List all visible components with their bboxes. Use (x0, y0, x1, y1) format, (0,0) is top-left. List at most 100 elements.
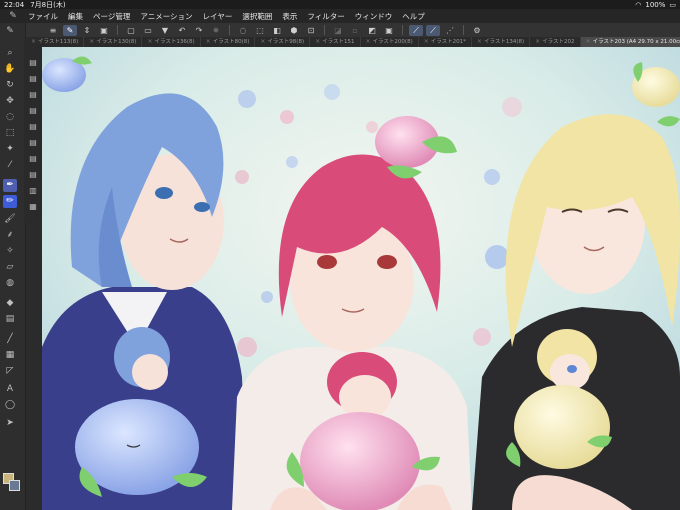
battery-icon: ▭ (669, 0, 676, 9)
save-icon[interactable]: ▼ (158, 25, 172, 36)
battery-label: 100% (645, 0, 666, 9)
open-folder-icon[interactable]: ▭ (141, 25, 155, 36)
document-tab[interactable]: × イラスト113(8) (26, 37, 85, 47)
document-tab[interactable]: × イラスト136(8) (142, 37, 201, 47)
eyedropper-icon[interactable]: ⁄ (3, 159, 17, 172)
hand-icon[interactable]: ✋ (3, 63, 17, 76)
layer-thumb-icon[interactable]: ▥ (26, 185, 40, 197)
zoom-icon[interactable]: ⌕ (3, 47, 17, 60)
menu-layer[interactable]: レイヤー (198, 11, 238, 22)
brush-settings-icon[interactable]: ✎ (63, 24, 77, 36)
redo-icon[interactable]: ↷ (192, 25, 206, 36)
rotate-icon[interactable]: ↻ (3, 79, 17, 92)
color-swatch[interactable] (3, 473, 21, 493)
hamburger-icon[interactable]: ≡ (46, 25, 60, 36)
fill-icon[interactable]: ◆ (3, 297, 17, 310)
brush-size-icon[interactable]: ✎ (3, 25, 17, 38)
menu-animation[interactable]: アニメーション (135, 11, 197, 22)
lasso-fill-icon[interactable]: ◌ (236, 25, 250, 36)
status-bar: 22:04 7月8日(木) ◠ 100% ▭ (0, 0, 680, 9)
tool-c-icon[interactable]: ◩ (365, 25, 379, 36)
close-icon[interactable]: × (260, 37, 265, 47)
select-icon[interactable]: ⬚ (3, 127, 17, 140)
chevron-updown-icon[interactable]: ⇕ (80, 25, 94, 36)
operation-icon[interactable]: ➤ (3, 417, 17, 430)
layer-thumb-icon[interactable]: ▦ (26, 201, 40, 213)
layer-thumb-icon[interactable]: ▤ (26, 121, 40, 133)
snap-special-icon[interactable]: ⟋ (426, 24, 440, 36)
snap-grid-icon[interactable]: ⋰ (443, 25, 457, 36)
document-tab[interactable]: × イラスト134(8) (472, 37, 531, 47)
eraser-icon[interactable]: ▱ (3, 261, 17, 274)
text-icon[interactable]: A (3, 383, 17, 396)
layer-thumb-icon[interactable]: ▤ (26, 105, 40, 117)
document-tab-active[interactable]: ×イラスト203 (A4 29.70 x 21.00cm 350dpi 77.6… (580, 37, 680, 47)
menu-file[interactable]: ファイル (23, 11, 63, 22)
settings-icon[interactable]: ⚙ (470, 25, 484, 36)
sub-tool-palette: ⊗ ▤ ▤ ▤ ▤ ▤ ▤ ▤ ▤ ▥ ▦ (24, 37, 42, 222)
status-time: 22:04 (4, 0, 25, 9)
transform-icon[interactable]: ⊡ (304, 25, 318, 36)
document-tab[interactable]: × イラスト201* (419, 37, 472, 47)
sub-color[interactable] (9, 480, 20, 491)
new-file-icon[interactable]: ▢ (124, 25, 138, 36)
gradient-icon[interactable]: ▤ (3, 313, 17, 326)
layer-thumb-icon[interactable]: ▤ (26, 57, 40, 69)
document-tab[interactable]: × イラスト130(8) (84, 37, 143, 47)
close-icon[interactable]: × (89, 37, 94, 47)
wifi-icon: ◠ (635, 0, 642, 9)
decoration-icon[interactable]: ✧ (3, 245, 17, 258)
menu-edit[interactable]: 編集 (63, 11, 88, 22)
ruler-icon[interactable]: ◸ (3, 365, 17, 378)
menu-help[interactable]: ヘルプ (397, 11, 430, 22)
close-icon[interactable]: × (535, 37, 540, 47)
brush-icon[interactable]: 🖌 (3, 213, 17, 226)
menu-selection[interactable]: 選択範囲 (237, 11, 277, 22)
invert-icon[interactable]: ◧ (270, 25, 284, 36)
command-bar: ≡ ✎ ⇕ ▣ ▢ ▭ ▼ ↶ ↷ ✸ ◌ ⬚ ◧ ⬢ ⊡ ◪ ▫ ◩ ▣ ⟋ … (26, 23, 680, 37)
document-tab[interactable]: × イラスト202 (530, 37, 581, 47)
layer-thumb-icon[interactable]: ▤ (26, 73, 40, 85)
close-icon[interactable]: × (31, 37, 36, 47)
tool-b-icon[interactable]: ▫ (348, 25, 362, 36)
close-icon[interactable]: × (206, 37, 211, 47)
document-tab[interactable]: × イラスト151 (310, 37, 361, 47)
balloon-icon[interactable]: ◯ (3, 399, 17, 412)
layer-thumb-icon[interactable]: ▤ (26, 169, 40, 181)
close-icon[interactable]: × (315, 37, 320, 47)
deselect-icon[interactable]: ⬚ (253, 25, 267, 36)
airbrush-icon[interactable]: ⸙ (3, 229, 17, 242)
lasso-icon[interactable]: ◌ (3, 111, 17, 124)
menu-page[interactable]: ページ管理 (88, 11, 135, 22)
menu-window[interactable]: ウィンドウ (350, 11, 398, 22)
frame-icon[interactable]: ▦ (3, 349, 17, 362)
pen-icon[interactable]: ✒ (3, 179, 17, 192)
app-logo-icon[interactable]: ✎ (6, 10, 20, 22)
undo-icon[interactable]: ↶ (175, 25, 189, 36)
close-icon[interactable]: × (586, 37, 591, 47)
layer-thumb-icon[interactable]: ▤ (26, 137, 40, 149)
fill-selection-icon[interactable]: ⬢ (287, 25, 301, 36)
layer-thumb-icon[interactable]: ▤ (26, 89, 40, 101)
menu-view[interactable]: 表示 (277, 11, 302, 22)
snap-ruler-icon[interactable]: ⟋ (409, 24, 423, 36)
tool-a-icon[interactable]: ◪ (331, 25, 345, 36)
layers-icon[interactable]: ▣ (97, 25, 111, 36)
document-tab[interactable]: × イラスト200(8) (361, 37, 419, 47)
close-icon[interactable]: × (147, 37, 152, 47)
close-icon[interactable]: × (366, 37, 371, 47)
blend-icon[interactable]: ◍ (3, 277, 17, 290)
pencil-icon[interactable]: ✏ (3, 195, 17, 208)
document-tab[interactable]: × イラスト98(8) (255, 37, 311, 47)
clear-icon[interactable]: ✸ (209, 25, 223, 36)
close-icon[interactable]: × (477, 37, 482, 47)
magic-wand-icon[interactable]: ✦ (3, 143, 17, 156)
tool-d-icon[interactable]: ▣ (382, 25, 396, 36)
figure-icon[interactable]: ╱ (3, 333, 17, 346)
close-icon[interactable]: × (424, 37, 429, 47)
document-tab[interactable]: × イラスト80(8) (201, 37, 256, 47)
menu-filter[interactable]: フィルター (302, 11, 349, 22)
canvas[interactable] (42, 47, 680, 510)
move-icon[interactable]: ✥ (3, 95, 17, 108)
layer-thumb-icon[interactable]: ▤ (26, 153, 40, 165)
